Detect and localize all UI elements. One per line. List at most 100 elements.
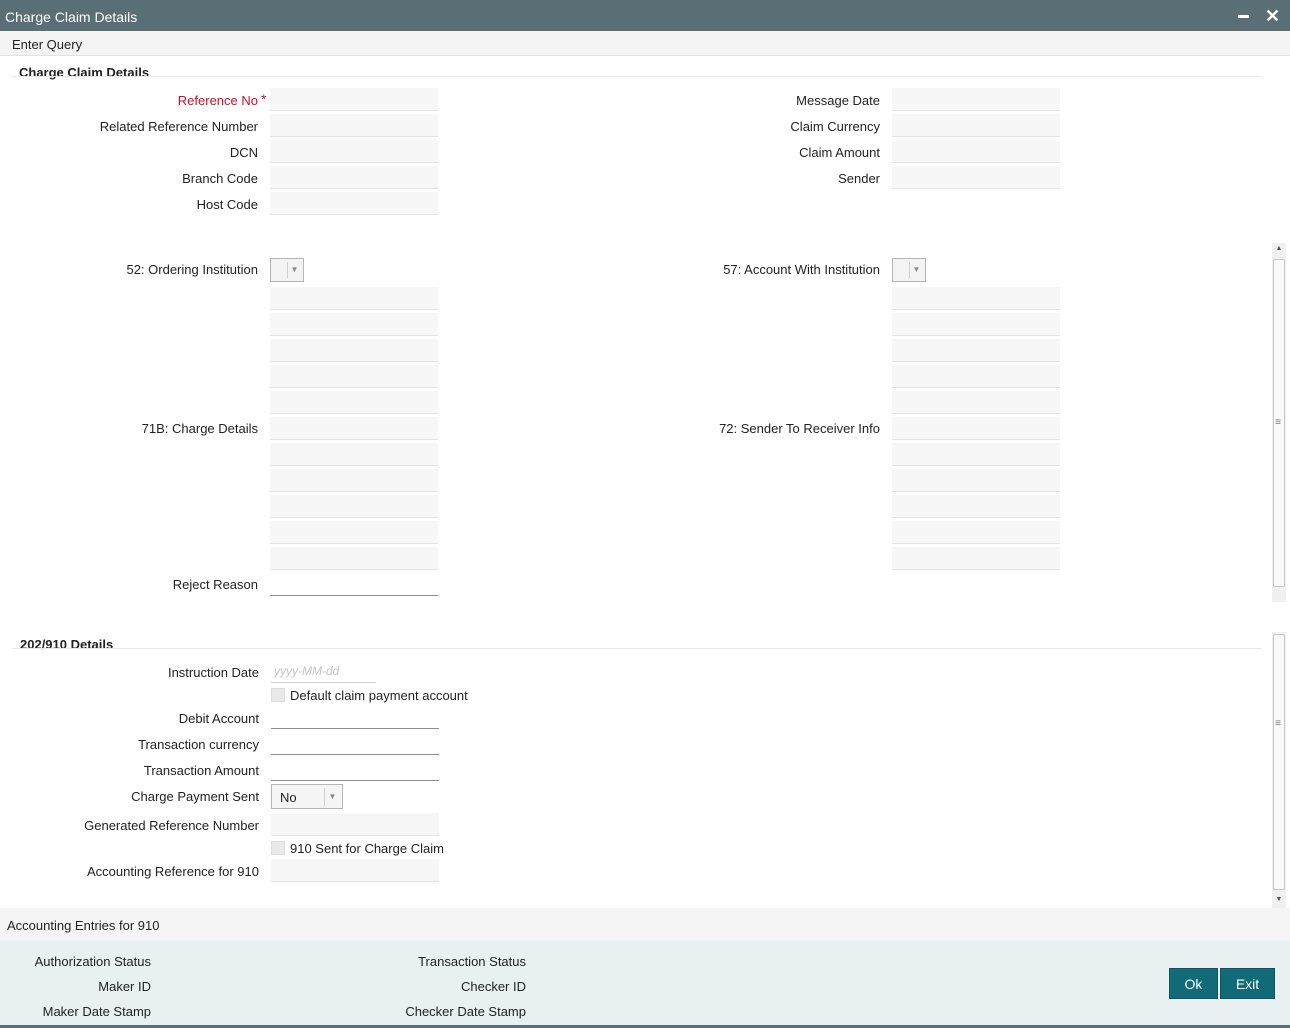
instruction-date-label: Instruction Date — [167, 665, 259, 680]
scroll-down-icon[interactable]: ▼ — [1272, 894, 1286, 906]
lower-scrollbar-thumb[interactable] — [1273, 634, 1285, 890]
required-mark: * — [261, 91, 267, 107]
claim-amount-label: Claim Amount — [799, 145, 880, 160]
dcn-field[interactable] — [270, 140, 438, 163]
minimize-icon[interactable] — [1238, 15, 1249, 18]
transaction-status-label: Transaction Status — [418, 954, 526, 969]
claim-currency-field[interactable] — [892, 114, 1060, 137]
charge-details-label: 71B: Charge Details — [141, 421, 258, 436]
authorization-status-label: Authorization Status — [34, 954, 151, 969]
sender-to-receiver-line-1[interactable] — [892, 417, 1060, 440]
sender-to-receiver-line-6[interactable] — [892, 547, 1060, 570]
claim-currency-label: Claim Currency — [790, 119, 880, 134]
accounting-entries-bar: Accounting Entries for 910 — [0, 908, 1290, 941]
maker-id-label: Maker ID — [98, 979, 151, 994]
account-with-institution-dropdown[interactable]: ▼ — [892, 258, 926, 282]
claim-amount-field[interactable] — [892, 140, 1060, 163]
instruction-date-placeholder: yyyy-MM-dd — [274, 664, 340, 678]
title-bar: Charge Claim Details ✕ — [0, 0, 1290, 31]
transaction-currency-label: Transaction currency — [138, 737, 259, 752]
maker-date-stamp-label: Maker Date Stamp — [42, 1004, 151, 1019]
sent-910-label: 910 Sent for Charge Claim — [290, 841, 444, 856]
reference-no-label: Reference No — [100, 93, 258, 108]
ordering-institution-line-2[interactable] — [270, 313, 438, 336]
generated-reference-field — [271, 813, 439, 836]
transaction-amount-label: Transaction Amount — [143, 763, 259, 778]
branch-code-label: Branch Code — [182, 171, 258, 186]
sender-to-receiver-line-5[interactable] — [892, 521, 1060, 544]
charge-details-line-4[interactable] — [270, 495, 438, 518]
section-divider — [12, 76, 1262, 77]
charge-payment-sent-value: No — [280, 790, 297, 805]
sender-label: Sender — [838, 171, 880, 186]
accounting-reference-label: Accounting Reference for 910 — [87, 864, 259, 879]
accounting-reference-field — [271, 859, 439, 882]
footer-panel: Authorization Status Maker ID Maker Date… — [0, 941, 1290, 1028]
accounting-entries-link[interactable]: Accounting Entries for 910 — [7, 918, 159, 933]
sender-field[interactable] — [892, 166, 1060, 189]
checker-date-stamp-label: Checker Date Stamp — [405, 1004, 526, 1019]
scroll-grip-icon: ≡ — [1275, 718, 1281, 729]
ok-button[interactable]: Ok — [1169, 968, 1218, 999]
account-with-institution-line-1[interactable] — [892, 287, 1060, 310]
charge-payment-sent-label: Charge Payment Sent — [131, 789, 259, 804]
charge-details-line-2[interactable] — [270, 443, 438, 466]
account-with-institution-line-2[interactable] — [892, 313, 1060, 336]
ordering-institution-line-5[interactable] — [270, 391, 438, 414]
default-claim-payment-label: Default claim payment account — [290, 688, 468, 703]
host-code-label: Host Code — [196, 197, 258, 212]
message-date-label: Message Date — [796, 93, 880, 108]
related-reference-field[interactable] — [270, 114, 438, 137]
window-title: Charge Claim Details — [5, 9, 138, 25]
ordering-institution-line-1[interactable] — [270, 287, 438, 310]
sender-to-receiver-line-2[interactable] — [892, 443, 1060, 466]
sender-to-receiver-label: 72: Sender To Receiver Info — [719, 421, 880, 436]
ordering-institution-line-3[interactable] — [270, 339, 438, 362]
charge-payment-sent-select[interactable]: No ▼ — [271, 784, 343, 809]
ordering-institution-line-4[interactable] — [270, 365, 438, 388]
upper-scrollbar[interactable]: ▲ ≡ — [1272, 243, 1286, 602]
host-code-field[interactable] — [270, 192, 438, 215]
reference-no-text: Reference No — [177, 93, 258, 108]
debit-account-field[interactable] — [271, 706, 439, 729]
default-claim-payment-checkbox[interactable] — [271, 688, 285, 702]
checker-id-label: Checker ID — [460, 979, 526, 994]
account-with-institution-line-5[interactable] — [892, 391, 1060, 414]
exit-button[interactable]: Exit — [1220, 968, 1275, 999]
scroll-up-icon[interactable]: ▲ — [1272, 243, 1286, 255]
charge-details-line-3[interactable] — [270, 469, 438, 492]
ordering-institution-dropdown[interactable]: ▼ — [270, 258, 304, 282]
account-with-institution-label: 57: Account With Institution — [723, 262, 880, 277]
section-title-202-910: 202/910 Details — [20, 637, 114, 652]
account-with-institution-line-3[interactable] — [892, 339, 1060, 362]
section-divider — [12, 648, 1262, 649]
sender-to-receiver-line-4[interactable] — [892, 495, 1060, 518]
charge-details-line-5[interactable] — [270, 521, 438, 544]
charge-details-line-6[interactable] — [270, 547, 438, 570]
transaction-currency-field[interactable] — [271, 732, 439, 755]
reject-reason-label: Reject Reason — [172, 577, 258, 592]
scroll-grip-icon: ≡ — [1275, 417, 1281, 428]
chevron-down-icon: ▼ — [909, 262, 923, 278]
sent-910-checkbox[interactable] — [271, 841, 285, 855]
charge-details-line-1[interactable] — [270, 417, 438, 440]
reject-reason-field[interactable] — [270, 573, 438, 596]
debit-account-label: Debit Account — [178, 711, 259, 726]
message-date-field[interactable] — [892, 88, 1060, 111]
transaction-amount-field[interactable] — [271, 758, 439, 781]
reference-no-field[interactable] — [270, 88, 438, 111]
enter-query-menu[interactable]: Enter Query — [12, 37, 82, 52]
chevron-down-icon: ▼ — [287, 262, 301, 278]
account-with-institution-line-4[interactable] — [892, 365, 1060, 388]
lower-scrollbar[interactable]: ≡ ▼ — [1272, 632, 1286, 908]
instruction-date-field[interactable]: yyyy-MM-dd — [271, 660, 376, 683]
section-title-charge-claim: Charge Claim Details — [19, 65, 150, 80]
close-icon[interactable]: ✕ — [1265, 7, 1280, 25]
ordering-institution-label: 52: Ordering Institution — [126, 262, 258, 277]
sender-to-receiver-line-3[interactable] — [892, 469, 1060, 492]
dcn-label: DCN — [229, 145, 258, 160]
related-reference-label: Related Reference Number — [99, 119, 258, 134]
chevron-down-icon: ▼ — [324, 788, 340, 806]
menu-bar: Enter Query — [0, 31, 1290, 56]
branch-code-field[interactable] — [270, 166, 438, 189]
